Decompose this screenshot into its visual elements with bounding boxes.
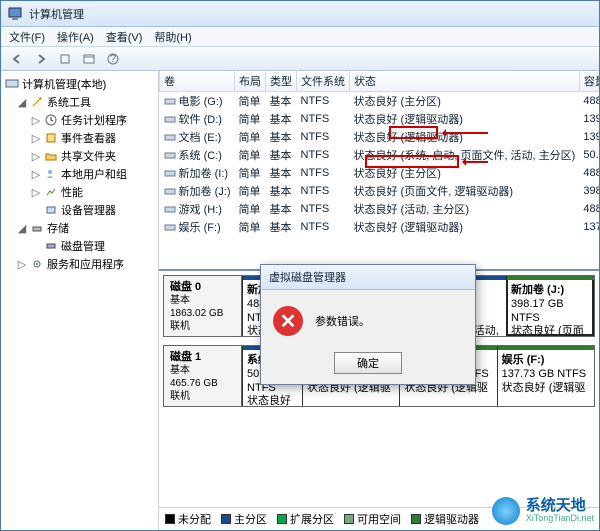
dialog-message: 参数错误。: [315, 313, 370, 329]
computer-icon: [5, 77, 19, 91]
legend-logical: 逻辑驱动器: [411, 511, 479, 527]
storage-icon: [30, 221, 44, 235]
watermark-cn: 系统天地: [526, 498, 594, 514]
perf-icon: [44, 185, 58, 199]
clock-icon: [44, 113, 58, 127]
nav-systools[interactable]: ◢系统工具: [3, 93, 156, 111]
folder-icon: [44, 149, 58, 163]
nav-devmgr[interactable]: 设备管理器: [3, 201, 156, 219]
table-row[interactable]: 电影 (G:)简单基本NTFS状态良好 (主分区)488.28 GB285.98…: [160, 92, 600, 111]
collapse-icon[interactable]: ◢: [17, 96, 27, 109]
disk-icon: [44, 239, 58, 253]
titlebar[interactable]: 计算机管理: [1, 1, 599, 27]
expand-icon[interactable]: ▷: [31, 132, 41, 145]
nav-tree[interactable]: 计算机管理(本地) ◢系统工具 ▷任务计划程序 ▷事件查看器 ▷共享文件夹 ▷本…: [1, 71, 159, 530]
back-icon[interactable]: [7, 50, 27, 68]
watermark-en: XiTongTianDi.net: [526, 514, 594, 523]
nav-task[interactable]: ▷任务计划程序: [3, 111, 156, 129]
drive-icon: [164, 222, 176, 234]
drive-icon: [164, 96, 176, 108]
drive-icon: [164, 204, 176, 216]
menu-action[interactable]: 操作(A): [57, 29, 94, 45]
legend-unallocated: 未分配: [165, 511, 211, 527]
tools-icon: [30, 95, 44, 109]
drive-icon: [164, 132, 176, 144]
svg-text:?: ?: [110, 53, 116, 65]
table-row[interactable]: 娱乐 (F:)简单基本NTFS状态良好 (逻辑驱动器)137.73 GB81.6…: [160, 218, 600, 236]
col-type[interactable]: 类型: [266, 71, 297, 92]
drive-icon: [164, 168, 176, 180]
menu-file[interactable]: 文件(F): [9, 29, 45, 45]
ok-button[interactable]: 确定: [334, 352, 402, 374]
expand-icon[interactable]: ▷: [31, 114, 41, 127]
menu-help[interactable]: 帮助(H): [154, 29, 191, 45]
dialog-title[interactable]: 虚拟磁盘管理器: [261, 265, 475, 290]
disk-header[interactable]: 磁盘 1基本465.76 GB联机: [164, 346, 242, 406]
disk-header[interactable]: 磁盘 0基本1863.02 GB联机: [164, 276, 242, 336]
expand-icon[interactable]: ▷: [31, 150, 41, 163]
expand-icon[interactable]: ▷: [17, 258, 27, 271]
legend-free: 可用空间: [344, 511, 401, 527]
legend-primary: 主分区: [221, 511, 267, 527]
nav-root[interactable]: 计算机管理(本地): [3, 75, 156, 93]
nav-users[interactable]: ▷本地用户和组: [3, 165, 156, 183]
nav-event[interactable]: ▷事件查看器: [3, 129, 156, 147]
app-icon: [7, 6, 23, 22]
table-row[interactable]: 文档 (E:)简单基本NTFS状态良好 (逻辑驱动器)139.01 GB103.…: [160, 128, 600, 146]
help-icon[interactable]: ?: [103, 50, 123, 68]
drive-icon: [164, 186, 176, 198]
error-dialog: 虚拟磁盘管理器 ✕ 参数错误。 确定: [260, 264, 476, 385]
col-fs[interactable]: 文件系统: [297, 71, 350, 92]
table-row[interactable]: 软件 (D:)简单基本NTFS状态良好 (逻辑驱动器)139.01 GB122.…: [160, 110, 600, 128]
drive-icon: [164, 114, 176, 126]
table-row[interactable]: 游戏 (H:)简单基本NTFS状态良好 (活动, 主分区)488.28 GB37…: [160, 200, 600, 218]
col-status[interactable]: 状态: [350, 71, 580, 92]
volume-list[interactable]: 卷 布局 类型 文件系统 状态 容量 可用空间 电影 (G:)简单基本NTFS状…: [159, 71, 599, 271]
menu-view[interactable]: 查看(V): [106, 29, 143, 45]
annotation-box: [389, 126, 438, 139]
volume-block[interactable]: 新加卷 (J:)398.17 GB NTFS状态良好 (页面文: [506, 276, 594, 336]
expand-icon[interactable]: ▷: [31, 186, 41, 199]
annotation-arrow: [464, 161, 488, 163]
col-volume[interactable]: 卷: [160, 71, 235, 92]
nav-services[interactable]: ▷服务和应用程序: [3, 255, 156, 273]
logo-icon: [492, 497, 520, 525]
legend-extended: 扩展分区: [277, 511, 334, 527]
gear-icon: [30, 257, 44, 271]
forward-icon[interactable]: [31, 50, 51, 68]
properties-icon[interactable]: [79, 50, 99, 68]
nav-diskmgmt[interactable]: 磁盘管理: [3, 237, 156, 255]
menubar: 文件(F) 操作(A) 查看(V) 帮助(H): [1, 27, 599, 47]
event-icon: [44, 131, 58, 145]
collapse-icon[interactable]: ◢: [17, 222, 27, 235]
nav-storage[interactable]: ◢存储: [3, 219, 156, 237]
annotation-box: [365, 155, 459, 168]
nav-shared[interactable]: ▷共享文件夹: [3, 147, 156, 165]
watermark: 系统天地 XiTongTianDi.net: [492, 497, 594, 525]
users-icon: [44, 167, 58, 181]
annotation-arrow: [444, 132, 488, 134]
device-icon: [44, 203, 58, 217]
volume-block[interactable]: 娱乐 (F:)137.73 GB NTFS状态良好 (逻辑驱: [497, 346, 594, 406]
expand-icon[interactable]: ▷: [31, 168, 41, 181]
refresh-icon[interactable]: [55, 50, 75, 68]
drive-icon: [164, 150, 176, 162]
window-title: 计算机管理: [29, 6, 593, 22]
error-icon: ✕: [273, 306, 303, 336]
table-row[interactable]: 新加卷 (J:)简单基本NTFS状态良好 (页面文件, 逻辑驱动器)398.17…: [160, 182, 600, 200]
toolbar: ?: [1, 47, 599, 71]
col-layout[interactable]: 布局: [235, 71, 266, 92]
col-capacity[interactable]: 容量: [579, 71, 599, 92]
nav-perf[interactable]: ▷性能: [3, 183, 156, 201]
